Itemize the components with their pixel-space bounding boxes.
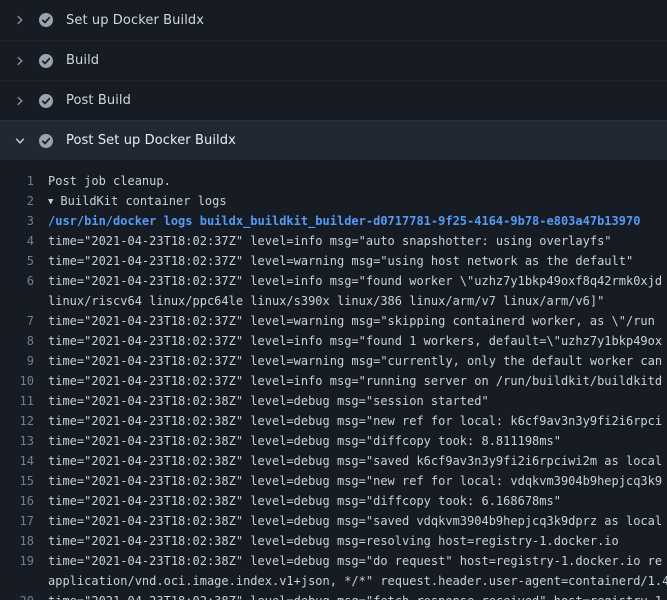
log-group-toggle-row[interactable]: 2▼BuildKit container logs xyxy=(0,191,667,211)
log-text: time="2021-04-23T18:02:37Z" level=info m… xyxy=(48,331,667,351)
log-text: time="2021-04-23T18:02:37Z" level=info m… xyxy=(48,271,667,291)
chevron-right-icon[interactable] xyxy=(12,93,28,109)
log-text: time="2021-04-23T18:02:38Z" level=debug … xyxy=(48,591,667,600)
check-circle-icon xyxy=(38,12,54,28)
log-line: 1Post job cleanup. xyxy=(0,171,667,191)
log-line: 20time="2021-04-23T18:02:38Z" level=debu… xyxy=(0,591,667,600)
step-header-post-build[interactable]: Post Build xyxy=(0,80,667,120)
line-number: 6 xyxy=(0,271,48,291)
step-label: Set up Docker Buildx xyxy=(66,13,204,28)
log-line: 14time="2021-04-23T18:02:38Z" level=debu… xyxy=(0,451,667,471)
log-text: time="2021-04-23T18:02:37Z" level=warnin… xyxy=(48,251,667,271)
line-number: 1 xyxy=(0,171,48,191)
log-line: 18time="2021-04-23T18:02:38Z" level=debu… xyxy=(0,531,667,551)
line-number: 2 xyxy=(0,191,48,211)
step-header-set-up-docker-buildx[interactable]: Set up Docker Buildx xyxy=(0,0,667,40)
log-line: 11time="2021-04-23T18:02:38Z" level=debu… xyxy=(0,391,667,411)
log-line: 8time="2021-04-23T18:02:37Z" level=info … xyxy=(0,331,667,351)
log-text: time="2021-04-23T18:02:37Z" level=warnin… xyxy=(48,351,667,371)
log-text: time="2021-04-23T18:02:38Z" level=debug … xyxy=(48,471,667,491)
line-number: 19 xyxy=(0,551,48,571)
chevron-down-icon[interactable] xyxy=(12,133,28,149)
line-number: 9 xyxy=(0,351,48,371)
log-line: 10time="2021-04-23T18:02:37Z" level=info… xyxy=(0,371,667,391)
log-line: 6time="2021-04-23T18:02:37Z" level=info … xyxy=(0,271,667,291)
line-number: 7 xyxy=(0,311,48,331)
line-number: 3 xyxy=(0,211,48,231)
log-line: 13time="2021-04-23T18:02:38Z" level=debu… xyxy=(0,431,667,451)
log-text: time="2021-04-23T18:02:38Z" level=debug … xyxy=(48,391,667,411)
log-text: linux/riscv64 linux/ppc64le linux/s390x … xyxy=(48,291,667,311)
line-number: 12 xyxy=(0,411,48,431)
line-number: 5 xyxy=(0,251,48,271)
log-text: time="2021-04-23T18:02:37Z" level=warnin… xyxy=(48,311,667,331)
log-line: 5time="2021-04-23T18:02:37Z" level=warni… xyxy=(0,251,667,271)
log-line: 9time="2021-04-23T18:02:37Z" level=warni… xyxy=(0,351,667,371)
log-text: time="2021-04-23T18:02:38Z" level=debug … xyxy=(48,531,667,551)
check-circle-icon xyxy=(38,53,54,69)
log-text: time="2021-04-23T18:02:37Z" level=info m… xyxy=(48,371,667,391)
log-command-line: 3/usr/bin/docker logs buildx_buildkit_bu… xyxy=(0,211,667,231)
log-text: time="2021-04-23T18:02:38Z" level=debug … xyxy=(48,551,667,571)
log-line: 4time="2021-04-23T18:02:37Z" level=info … xyxy=(0,231,667,251)
log-line: 12time="2021-04-23T18:02:38Z" level=debu… xyxy=(0,411,667,431)
log-text: Post job cleanup. xyxy=(48,171,667,191)
line-number: 4 xyxy=(0,231,48,251)
log-text: application/vnd.oci.image.index.v1+json,… xyxy=(48,571,667,591)
line-number: 14 xyxy=(0,451,48,471)
group-expand-caret-icon[interactable]: ▼ xyxy=(48,192,53,211)
line-number: 11 xyxy=(0,391,48,411)
step-header-post-set-up-docker-buildx[interactable]: Post Set up Docker Buildx xyxy=(0,120,667,160)
chevron-right-icon[interactable] xyxy=(12,12,28,28)
chevron-right-icon[interactable] xyxy=(12,53,28,69)
check-circle-icon xyxy=(38,93,54,109)
log-line: 7time="2021-04-23T18:02:37Z" level=warni… xyxy=(0,311,667,331)
log-line: 17time="2021-04-23T18:02:38Z" level=debu… xyxy=(0,511,667,531)
log-text: time="2021-04-23T18:02:37Z" level=info m… xyxy=(48,231,667,251)
step-label: Post Build xyxy=(66,93,131,108)
line-number xyxy=(0,291,48,311)
log-line-continuation: linux/riscv64 linux/ppc64le linux/s390x … xyxy=(0,291,667,311)
log-text: ▼BuildKit container logs xyxy=(48,191,667,211)
step-header-build[interactable]: Build xyxy=(0,40,667,80)
line-number: 17 xyxy=(0,511,48,531)
log-line-continuation: application/vnd.oci.image.index.v1+json,… xyxy=(0,571,667,591)
log-text: time="2021-04-23T18:02:38Z" level=debug … xyxy=(48,511,667,531)
workflow-steps-list: Set up Docker Buildx Build Post Build Post … xyxy=(0,0,667,160)
check-circle-icon xyxy=(38,133,54,149)
line-number: 8 xyxy=(0,331,48,351)
log-line: 19time="2021-04-23T18:02:38Z" level=debu… xyxy=(0,551,667,571)
step-label: Post Set up Docker Buildx xyxy=(66,133,236,148)
step-log-panel: 1Post job cleanup.2▼BuildKit container l… xyxy=(0,160,667,600)
line-number: 18 xyxy=(0,531,48,551)
line-number: 16 xyxy=(0,491,48,511)
log-text: time="2021-04-23T18:02:38Z" level=debug … xyxy=(48,431,667,451)
line-number: 13 xyxy=(0,431,48,451)
line-number: 20 xyxy=(0,591,48,600)
line-number xyxy=(0,571,48,591)
line-number: 10 xyxy=(0,371,48,391)
log-text: time="2021-04-23T18:02:38Z" level=debug … xyxy=(48,411,667,431)
log-line: 15time="2021-04-23T18:02:38Z" level=debu… xyxy=(0,471,667,491)
log-text: time="2021-04-23T18:02:38Z" level=debug … xyxy=(48,491,667,511)
log-line: 16time="2021-04-23T18:02:38Z" level=debu… xyxy=(0,491,667,511)
line-number: 15 xyxy=(0,471,48,491)
log-text: /usr/bin/docker logs buildx_buildkit_bui… xyxy=(48,211,667,231)
step-label: Build xyxy=(66,53,99,68)
log-text: time="2021-04-23T18:02:38Z" level=debug … xyxy=(48,451,667,471)
